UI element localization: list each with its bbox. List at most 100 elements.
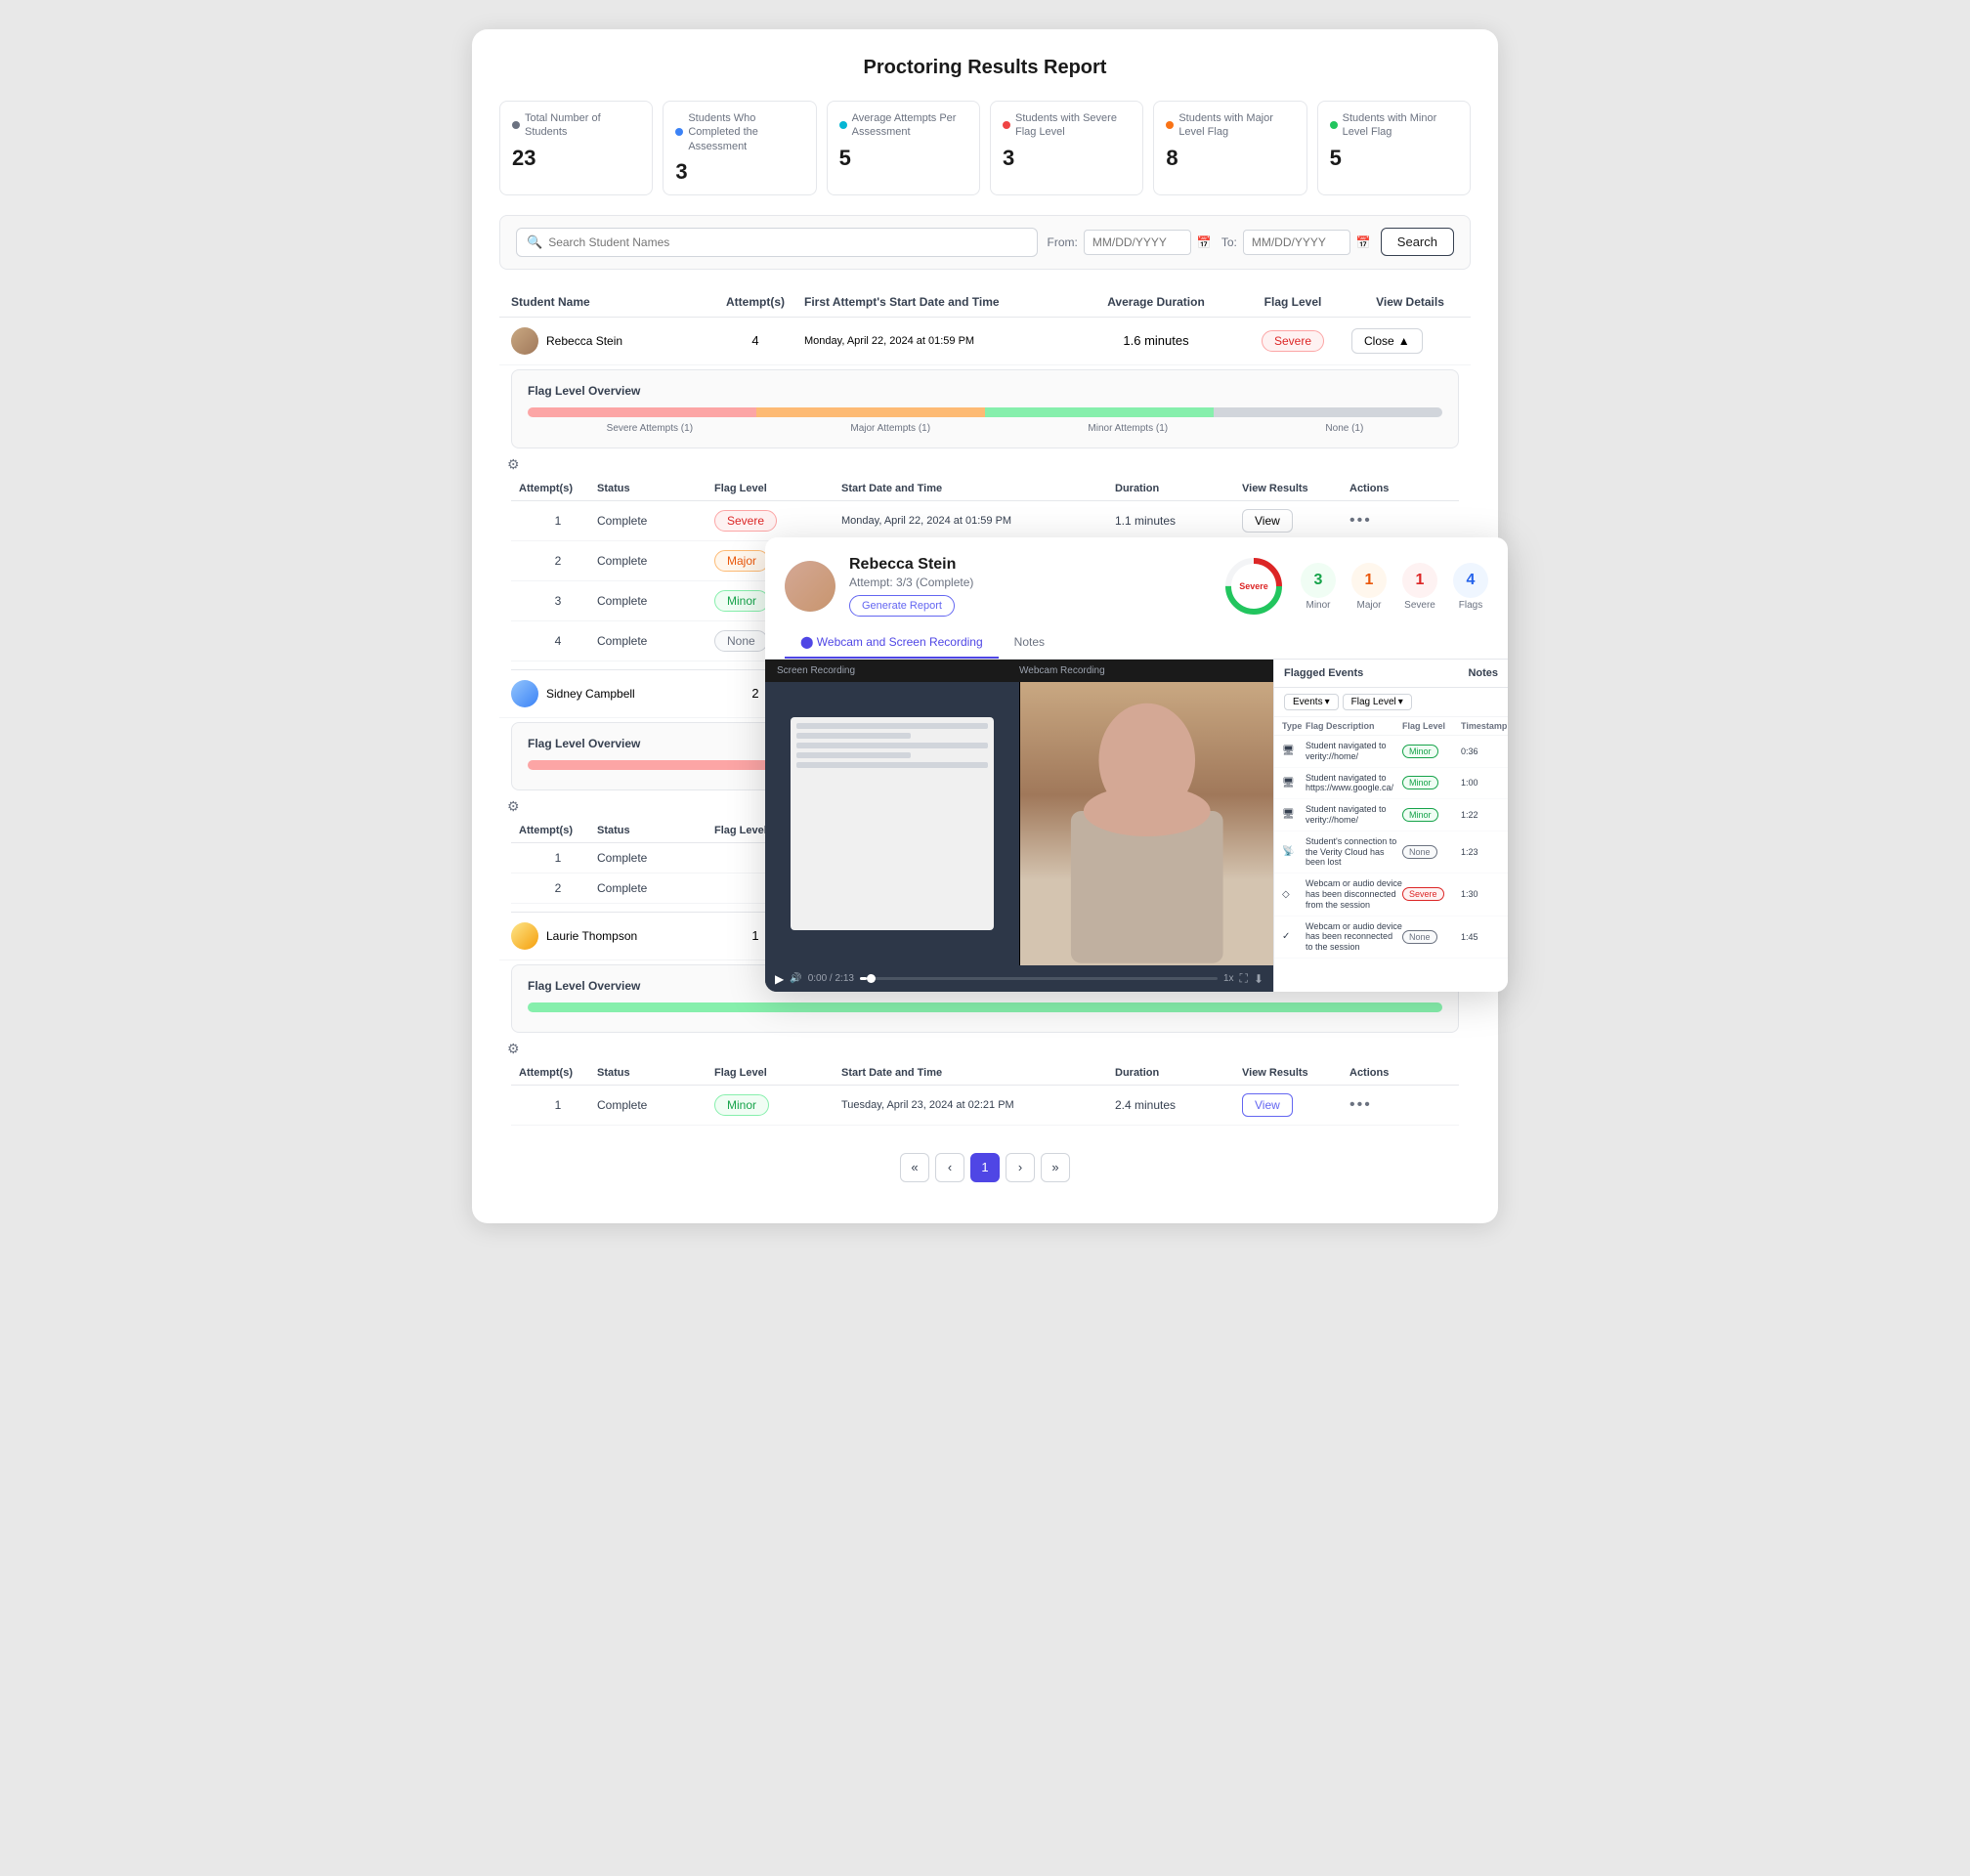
fullscreen-button[interactable]: ⛶: [1240, 971, 1248, 986]
generate-report-button[interactable]: Generate Report: [849, 595, 955, 617]
fr6-desc: Webcam or audio device has been reconnec…: [1306, 921, 1402, 953]
l-flag-1: Minor: [714, 1094, 841, 1116]
tab-notes[interactable]: Notes: [999, 627, 1060, 659]
mock-line-2: [796, 733, 911, 739]
attempts-rebecca: 4: [707, 333, 804, 348]
modal-body: Screen Recording Webcam Recording: [765, 660, 1508, 992]
att-view-1[interactable]: View: [1242, 509, 1349, 533]
to-date-input[interactable]: [1243, 230, 1350, 255]
fr3-time: 1:22: [1461, 810, 1500, 820]
att-num-4: 4: [519, 634, 597, 648]
attempt-table-header-l: Attempt(s) Status Flag Level Start Date …: [511, 1061, 1459, 1086]
search-bar: 🔍 From: 📅 To: 📅 Search: [499, 215, 1471, 270]
fr4-flag: None: [1402, 847, 1461, 857]
avatar-rebecca: [511, 327, 538, 355]
first-page-button[interactable]: «: [900, 1153, 929, 1182]
calendar-to-icon[interactable]: 📅: [1356, 235, 1371, 249]
stat-value-completed: 3: [675, 159, 803, 185]
bar-severe: [528, 407, 756, 417]
screen-recording-panel: [765, 682, 1019, 965]
current-time: 0:00 / 2:13: [808, 973, 854, 984]
from-date-input[interactable]: [1084, 230, 1191, 255]
speed-label: 1x: [1223, 973, 1234, 984]
filter-icon-laurie[interactable]: ⚙: [507, 1041, 1463, 1057]
stat-value-minor-flag: 5: [1330, 146, 1458, 171]
prev-page-button[interactable]: ‹: [935, 1153, 964, 1182]
stat-label-completed: Students Who Completed the Assessment: [675, 111, 803, 153]
first-attempt-rebecca: Monday, April 22, 2024 at 01:59 PM: [804, 335, 1078, 347]
student-name-laurie: Laurie Thompson: [546, 929, 637, 943]
notes-title: Notes: [1468, 667, 1498, 679]
stat-dot-major-flag: [1166, 121, 1174, 129]
att-col-num: Attempt(s): [519, 483, 597, 494]
search-input-wrap[interactable]: 🔍: [516, 228, 1038, 257]
calendar-from-icon[interactable]: 📅: [1197, 235, 1212, 249]
fr3-flag: Minor: [1402, 810, 1461, 820]
tab-recording[interactable]: ⬤ Webcam and Screen Recording: [785, 627, 999, 659]
view-btn-1[interactable]: View: [1242, 509, 1293, 533]
progress-handle[interactable]: [867, 974, 876, 983]
stat-card-severe-flag: Students with Severe Flag Level 3: [990, 101, 1143, 195]
stat-dot-severe-flag: [1003, 121, 1010, 129]
flagged-row-4: 📡 Student's connection to the Verity Clo…: [1274, 831, 1508, 874]
stat-dot-completed: [675, 128, 683, 136]
close-button-rebecca[interactable]: Close ▲: [1351, 328, 1423, 354]
chevron-up-icon: ▲: [1398, 334, 1410, 348]
volume-icon[interactable]: 🔊: [790, 973, 801, 984]
play-button[interactable]: ▶: [775, 972, 784, 986]
att-col-duration: Duration: [1115, 483, 1242, 494]
col-attempts: Attempt(s): [707, 295, 804, 309]
search-button[interactable]: Search: [1381, 228, 1454, 256]
label-major-attempts: Major Attempts (1): [850, 423, 930, 434]
fr6-flag: None: [1402, 932, 1461, 942]
modal-stats: Severe 3 Minor 1 Major 1 Severe 4 Fla: [1222, 555, 1488, 618]
filter-icon-rebecca[interactable]: ⚙: [507, 456, 1463, 473]
stat-label-severe-flag: Students with Severe Flag Level: [1003, 111, 1131, 140]
stats-row: Total Number of Students 23 Students Who…: [499, 101, 1471, 195]
stat-dot-avg-attempts: [839, 121, 847, 129]
severe-label: Severe: [1404, 600, 1435, 611]
progress-bar[interactable]: [860, 977, 1218, 980]
stat-label-avg-attempts: Average Attempts Per Assessment: [839, 111, 967, 140]
fr3-icon: 🖥: [1282, 809, 1306, 820]
att-actions-1[interactable]: •••: [1349, 512, 1447, 530]
l-col-view: View Results: [1242, 1067, 1349, 1079]
fr1-desc: Student navigated to verity://home/: [1306, 741, 1402, 762]
fr3-desc: Student navigated to verity://home/: [1306, 804, 1402, 826]
current-page-button[interactable]: 1: [970, 1153, 1000, 1182]
stat-dot-total-students: [512, 121, 520, 129]
search-input[interactable]: [548, 235, 1026, 249]
flag-badge-severe: Severe: [1262, 330, 1324, 352]
avg-duration-rebecca: 1.6 minutes: [1078, 333, 1234, 348]
l-col-actions: Actions: [1349, 1067, 1447, 1079]
last-page-button[interactable]: »: [1041, 1153, 1070, 1182]
bar-minor: [985, 407, 1214, 417]
flag-level-filter-btn[interactable]: Flag Level ▾: [1343, 694, 1412, 710]
fr2-time: 1:00: [1461, 778, 1500, 788]
fr2-desc: Student navigated to https://www.google.…: [1306, 773, 1402, 794]
more-btn-1[interactable]: •••: [1349, 512, 1372, 530]
video-content: [765, 682, 1273, 965]
label-severe-attempts: Severe Attempts (1): [607, 423, 693, 434]
webcam-recording-label: Webcam Recording: [1019, 665, 1262, 676]
fr4-icon: 📡: [1282, 846, 1306, 857]
l-col-start: Start Date and Time: [841, 1067, 1115, 1079]
att-col-flag: Flag Level: [714, 483, 841, 494]
flag-bar-labels: Severe Attempts (1) Major Attempts (1) M…: [528, 423, 1442, 434]
l-more-btn-1[interactable]: •••: [1349, 1096, 1372, 1114]
l-view-btn-1[interactable]: View: [1242, 1093, 1293, 1117]
student-name-rebecca: Rebecca Stein: [546, 334, 622, 348]
download-button[interactable]: ⬇: [1254, 972, 1263, 986]
label-minor-attempts: Minor Attempts (1): [1088, 423, 1168, 434]
video-controls: ▶ 🔊 0:00 / 2:13 1x ⛶ ⬇: [765, 965, 1273, 992]
student-name-cell-sidney: Sidney Campbell: [511, 680, 707, 707]
events-filter-btn[interactable]: Events ▾: [1284, 694, 1339, 710]
l-attempt-1: 1 Complete Minor Tuesday, April 23, 2024…: [511, 1086, 1459, 1126]
modal-attempt-info: Attempt: 3/3 (Complete): [849, 576, 1209, 589]
att-num-1: 1: [519, 514, 597, 528]
l-col-duration: Duration: [1115, 1067, 1242, 1079]
flags-label: Flags: [1459, 600, 1482, 611]
next-page-button[interactable]: ›: [1006, 1153, 1035, 1182]
view-details-cell-rebecca[interactable]: Close ▲: [1351, 328, 1469, 354]
student-row-rebecca: Rebecca Stein 4 Monday, April 22, 2024 a…: [499, 318, 1471, 365]
